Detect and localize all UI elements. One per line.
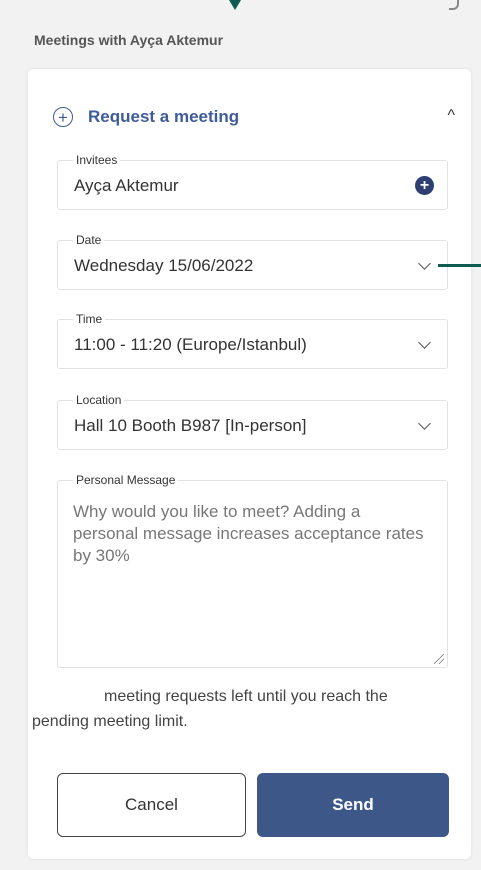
limit-notice-line2: pending meeting limit. xyxy=(32,713,188,730)
limit-notice-line1: meeting requests left until you reach th… xyxy=(104,688,388,705)
send-button[interactable]: Send xyxy=(257,773,449,837)
plus-circle-icon: + xyxy=(53,107,73,127)
page-title: Meetings with Ayça Aktemur xyxy=(34,32,224,48)
highlight-connector xyxy=(438,264,481,267)
invitees-field[interactable]: Invitees Ayça Aktemur + xyxy=(57,153,448,210)
resize-handle-icon[interactable] xyxy=(434,654,444,664)
date-label: Date xyxy=(73,233,105,247)
chevron-up-icon[interactable]: ^ xyxy=(447,107,455,125)
location-value: Hall 10 Booth B987 [In-person] xyxy=(74,416,307,435)
chevron-down-icon xyxy=(418,257,431,270)
pending-limit-notice: meeting requests left until you reach th… xyxy=(32,684,456,734)
date-value: Wednesday 15/06/2022 xyxy=(74,256,254,275)
add-invitee-icon[interactable]: + xyxy=(415,176,434,195)
personal-message-label: Personal Message xyxy=(73,473,179,487)
cancel-button[interactable]: Cancel xyxy=(57,773,246,837)
personal-message-textarea[interactable]: Personal Message Why would you like to m… xyxy=(57,473,448,668)
invitees-label: Invitees xyxy=(73,153,121,167)
request-meeting-title: Request a meeting xyxy=(88,107,240,126)
chevron-down-icon xyxy=(418,336,431,349)
time-select[interactable]: Time 11:00 - 11:20 (Europe/Istanbul) xyxy=(57,312,448,369)
location-label: Location xyxy=(73,393,125,407)
time-label: Time xyxy=(73,312,106,326)
pointer-arrow xyxy=(229,0,241,10)
invitees-value: Ayça Aktemur xyxy=(74,176,179,195)
chevron-down-icon xyxy=(418,417,431,430)
date-select[interactable]: Date Wednesday 15/06/2022 xyxy=(57,233,448,290)
corner-mark xyxy=(449,0,459,10)
time-value: 11:00 - 11:20 (Europe/Istanbul) xyxy=(74,335,307,354)
request-meeting-header[interactable]: + Request a meeting ^ xyxy=(53,103,463,131)
personal-message-placeholder: Why would you like to meet? Adding a per… xyxy=(73,502,424,565)
location-select[interactable]: Location Hall 10 Booth B987 [In-person] xyxy=(57,393,448,450)
